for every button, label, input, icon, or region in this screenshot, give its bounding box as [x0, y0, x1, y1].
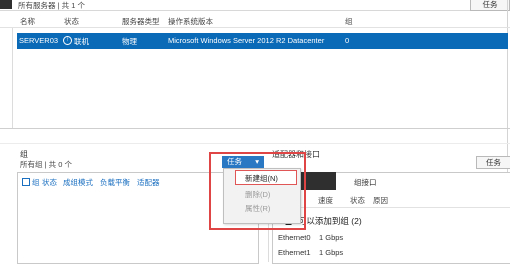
server-os: Microsoft Windows Server 2012 R2 Datacen… [168, 36, 325, 45]
col-group[interactable]: 组 [345, 16, 353, 27]
col-status[interactable]: 状态 [64, 16, 79, 27]
divider [0, 27, 510, 28]
adapter-speed: 1 Gbps [319, 248, 344, 257]
col-team-mode[interactable]: 成组模式 [63, 177, 93, 188]
divider [12, 28, 13, 128]
table-row-selected[interactable]: SERVER03 ↑ 联机 物理 Microsoft Windows Serve… [17, 33, 508, 49]
tasks-button-adapters[interactable]: 任务 [476, 156, 510, 169]
col-reason[interactable]: 原因 [373, 195, 388, 206]
server-status: 联机 [74, 37, 89, 46]
divider [0, 143, 510, 144]
divider [272, 207, 510, 208]
tasks-button-top[interactable]: 任务 [470, 0, 510, 11]
col-type[interactable]: 服务器类型 [122, 16, 160, 27]
col-load-balance[interactable]: 负载平衡 [100, 177, 130, 188]
server-table-header: 名称 状态 服务器类型 操作系统版本 组 [0, 13, 510, 27]
col-name[interactable]: 名称 [20, 16, 35, 27]
adapter-name[interactable]: Ethernet0 [278, 233, 311, 242]
groups-subtitle: 所有组 | 共 0 个 [20, 160, 72, 169]
tab-team-interfaces[interactable]: 组接口 [354, 177, 377, 188]
annotation-highlight-box [209, 152, 306, 230]
server-name: SERVER03 [19, 36, 59, 45]
adapter-name[interactable]: Ethernet1 [278, 248, 311, 257]
divider [0, 128, 510, 129]
col-adapters[interactable]: 适配器 [137, 177, 160, 188]
col-os[interactable]: 操作系统版本 [168, 16, 213, 27]
panel-icon [0, 0, 12, 9]
server-type: 物理 [122, 37, 137, 46]
list-icon [22, 178, 30, 186]
col-group-status[interactable]: 状态 [42, 177, 57, 188]
col-state[interactable]: 状态 [350, 195, 365, 206]
server-group: 0 [345, 36, 350, 45]
adapter-group-label: 可以添加到组 (2) [297, 216, 362, 226]
server-list-title: 所有服务器 | 共 1 个 [18, 1, 85, 10]
online-status-icon: ↑ [63, 36, 72, 45]
col-group-name[interactable]: 组 [32, 177, 40, 188]
col-speed[interactable]: 速度 [318, 195, 333, 206]
adapter-speed: 1 Gbps [319, 233, 344, 242]
